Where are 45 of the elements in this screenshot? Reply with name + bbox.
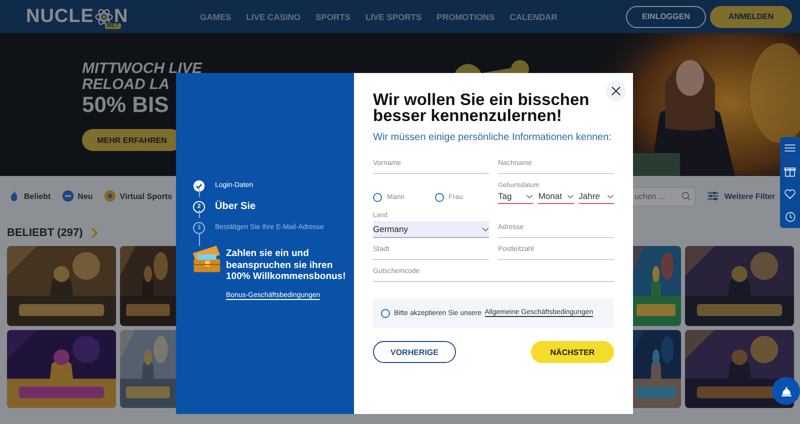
step-label: Über Sie [215,201,256,212]
next-button[interactable]: NÄCHSTER [531,341,614,363]
dialog-title: Wir wollen Sie ein bisschen besser kennenzulernen! [373,92,590,124]
date-select[interactable]: Jahre [578,191,614,204]
country-select[interactable]: Germany [373,221,489,238]
close-icon [611,86,621,96]
close-button[interactable] [606,81,626,101]
heart-icon[interactable] [784,188,796,200]
category-link[interactable]: Beliebt [8,190,51,202]
history-icon[interactable] [784,210,796,223]
nav-link[interactable]: LIVE CASINO [246,12,300,22]
dialog-subtitle: Wir müssen einige persönliche Informationen kennen: [373,132,612,143]
hero-headline: 50% BIS [82,93,169,117]
hero-headline: RELOAD LA [82,77,170,93]
search-field[interactable]: uchen ... [630,186,696,206]
promo-text: Zahlen sie ein und beanspruchen sie ihren 100% Willkommensbonus! [226,248,346,282]
chevron-down-icon [566,194,574,198]
radio-button[interactable] [434,193,444,202]
register-button[interactable]: ANMELDEN [710,6,792,28]
terms-checkbox[interactable] [381,308,390,318]
nav-link[interactable]: GAMES [200,12,232,22]
nav-link[interactable]: SPORTS [315,12,350,22]
category-link[interactable]: Neu [62,190,93,202]
section-title: BELIEBT (297) [7,227,83,239]
nav-link[interactable]: PROMOTIONS [436,12,495,22]
date-select[interactable]: Monat [538,191,574,204]
chevron-down-icon [526,194,534,198]
bell-icon [780,384,792,398]
hero-headline: MITTWOCH LIVE [82,61,202,77]
category-link[interactable]: Virtual Sports [104,190,172,202]
logo-text: NUCLE [26,6,94,28]
chevron-down-icon [482,226,489,232]
back-button[interactable]: VORHERIGE [373,341,456,363]
flame-icon [8,190,20,202]
nav-link[interactable]: LIVE SPORTS [365,12,422,22]
date-select[interactable]: Tag [498,191,534,204]
gift-icon[interactable] [784,165,796,178]
new-badge-icon [62,190,74,202]
nav-link[interactable]: CALENDAR [510,12,558,22]
filter-button[interactable]: Weitere Filter [707,190,775,202]
chevron-down-icon [606,194,614,198]
ball-icon [104,190,116,202]
radio-button[interactable] [373,193,382,202]
search-icon [681,191,692,201]
login-button[interactable]: EINLOGGEN [626,6,706,28]
